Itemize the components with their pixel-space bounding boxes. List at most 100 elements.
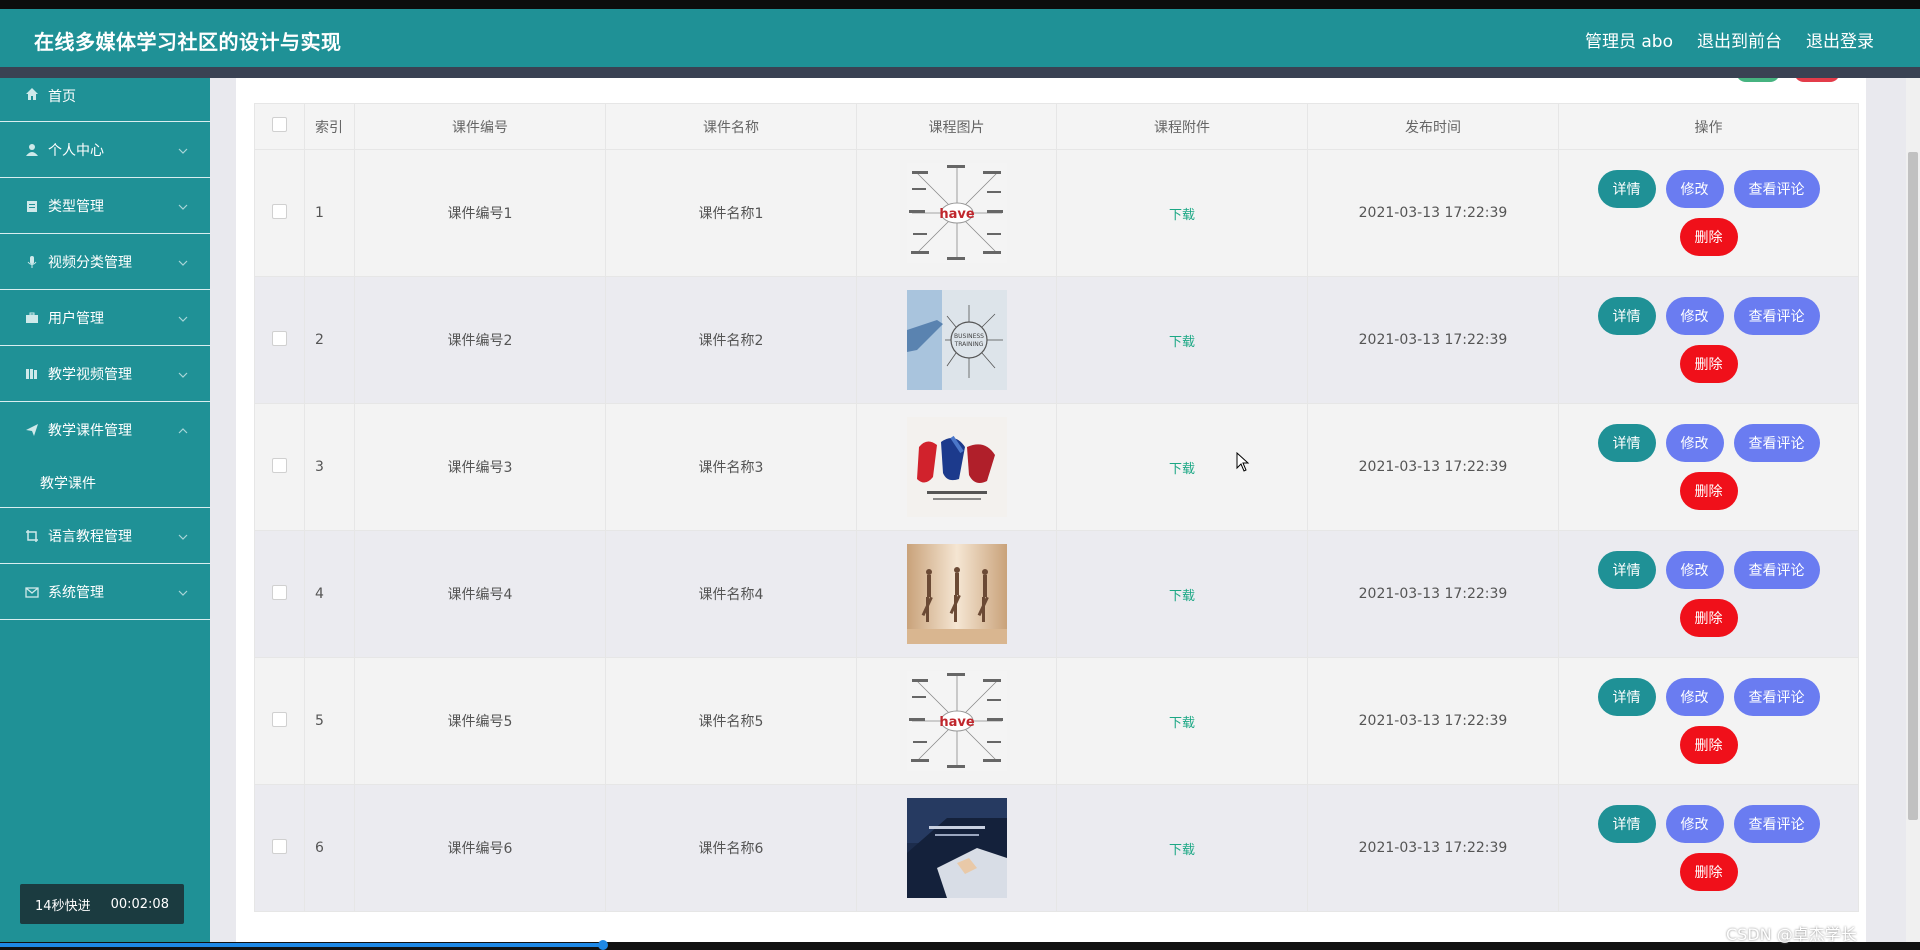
course-image-thumbnail[interactable] bbox=[906, 544, 1007, 644]
table-row: 1 课件编号1 课件名称1 have 下载 2021-03-13 17:22:3… bbox=[254, 149, 1859, 277]
sidebar-item-teaching-video[interactable]: 教学视频管理 bbox=[0, 346, 210, 402]
table-row: 6 课件编号6 课件名称6 下载 2021-03-13 17:22:39 详情 … bbox=[254, 784, 1859, 912]
edit-button[interactable]: 修改 bbox=[1665, 424, 1724, 462]
detail-button[interactable]: 详情 bbox=[1597, 424, 1656, 462]
detail-button[interactable]: 详情 bbox=[1597, 297, 1656, 335]
courseware-name: 课件名称4 bbox=[605, 530, 857, 658]
select-all-checkbox[interactable] bbox=[272, 117, 287, 132]
sidebar-item-language-tutorial[interactable]: 语言教程管理 bbox=[0, 508, 210, 564]
video-fast-forward-timer[interactable]: 14秒快进 00:02:08 bbox=[20, 884, 184, 924]
clipboard-icon bbox=[24, 198, 40, 214]
column-header-attachment: 课程附件 bbox=[1056, 103, 1308, 150]
edit-button[interactable]: 修改 bbox=[1665, 551, 1724, 589]
courseware-name: 课件名称2 bbox=[605, 276, 857, 404]
sidebar: 首页 个人中心 类型管理 视频分类管理 用户管理 教学视频管理 教学课件管理 教… bbox=[0, 78, 210, 942]
delete-button[interactable]: 删除 bbox=[1679, 218, 1738, 256]
course-image-cell bbox=[856, 403, 1057, 531]
row-checkbox[interactable] bbox=[272, 711, 287, 727]
download-link[interactable]: 下载 bbox=[1169, 208, 1195, 223]
delete-button[interactable]: 删除 bbox=[1679, 345, 1738, 383]
view-comments-button[interactable]: 查看评论 bbox=[1733, 805, 1820, 843]
video-progress-knob[interactable] bbox=[598, 940, 608, 950]
column-header-actions: 操作 bbox=[1558, 103, 1859, 150]
publish-time: 2021-03-13 17:22:39 bbox=[1307, 657, 1559, 785]
row-index: 2 bbox=[304, 276, 355, 404]
chevron-down-icon bbox=[178, 254, 188, 270]
courseware-code: 课件编号6 bbox=[354, 784, 606, 912]
courseware-code: 课件编号5 bbox=[354, 657, 606, 785]
courseware-name: 课件名称6 bbox=[605, 784, 857, 912]
home-icon bbox=[24, 86, 40, 102]
svg-text:have: have bbox=[939, 715, 975, 730]
scrollbar-thumb[interactable] bbox=[1908, 152, 1918, 820]
edit-button[interactable]: 修改 bbox=[1665, 170, 1724, 208]
view-comments-button[interactable]: 查看评论 bbox=[1733, 170, 1820, 208]
crop-icon bbox=[24, 528, 40, 544]
course-image-thumbnail[interactable] bbox=[906, 798, 1007, 898]
sidebar-item-courseware-management[interactable]: 教学课件管理 bbox=[0, 402, 210, 458]
page-scrollbar[interactable] bbox=[1906, 78, 1920, 942]
partial-top-button-red[interactable] bbox=[1794, 78, 1840, 82]
sidebar-item-personal-center[interactable]: 个人中心 bbox=[0, 122, 210, 178]
view-comments-button[interactable]: 查看评论 bbox=[1733, 678, 1820, 716]
actions-cell: 详情 修改 查看评论 删除 bbox=[1558, 784, 1859, 912]
delete-button[interactable]: 删除 bbox=[1679, 472, 1738, 510]
delete-button[interactable]: 删除 bbox=[1679, 726, 1738, 764]
sidebar-item-video-category[interactable]: 视频分类管理 bbox=[0, 234, 210, 290]
sidebar-item-system-management[interactable]: 系统管理 bbox=[0, 564, 210, 620]
logout-link[interactable]: 退出登录 bbox=[1806, 27, 1874, 52]
view-comments-button[interactable]: 查看评论 bbox=[1733, 297, 1820, 335]
detail-button[interactable]: 详情 bbox=[1597, 170, 1656, 208]
partial-top-button-green[interactable] bbox=[1736, 78, 1780, 82]
row-checkbox[interactable] bbox=[272, 457, 287, 473]
course-image-thumbnail[interactable]: BUSINESS TRAINING bbox=[906, 290, 1007, 390]
course-image-thumbnail[interactable]: have bbox=[906, 163, 1007, 263]
edit-button[interactable]: 修改 bbox=[1665, 678, 1724, 716]
download-link[interactable]: 下载 bbox=[1169, 589, 1195, 604]
edit-button[interactable]: 修改 bbox=[1665, 297, 1724, 335]
download-link[interactable]: 下载 bbox=[1169, 335, 1195, 350]
chevron-down-icon bbox=[178, 366, 188, 382]
course-image-thumbnail[interactable]: have bbox=[906, 671, 1007, 771]
watermark: CSDN @卓杰学长 bbox=[1726, 925, 1857, 944]
fast-forward-label: 14秒快进 bbox=[35, 898, 91, 914]
header-divider-bar bbox=[0, 67, 1920, 78]
chevron-up-icon bbox=[178, 422, 188, 438]
table-panel: 索引 课件编号 课件名称 课程图片 课程附件 发布时间 操作 1 课件编号1 课… bbox=[236, 78, 1866, 942]
column-header-name: 课件名称 bbox=[605, 103, 857, 150]
courseware-name: 课件名称3 bbox=[605, 403, 857, 531]
download-link[interactable]: 下载 bbox=[1169, 843, 1195, 858]
row-index: 5 bbox=[304, 657, 355, 785]
row-checkbox[interactable] bbox=[272, 584, 287, 600]
row-checkbox[interactable] bbox=[272, 838, 287, 854]
window-top-strip bbox=[0, 0, 1920, 9]
detail-button[interactable]: 详情 bbox=[1597, 805, 1656, 843]
sidebar-subitem-courseware[interactable]: 教学课件 bbox=[0, 458, 210, 508]
row-checkbox[interactable] bbox=[272, 203, 287, 219]
sidebar-item-type-management[interactable]: 类型管理 bbox=[0, 178, 210, 234]
sidebar-item-user-management[interactable]: 用户管理 bbox=[0, 290, 210, 346]
delete-button[interactable]: 删除 bbox=[1679, 853, 1738, 891]
mail-icon bbox=[24, 584, 40, 600]
course-image-thumbnail[interactable] bbox=[906, 417, 1007, 517]
back-to-front-link[interactable]: 退出到前台 bbox=[1697, 27, 1782, 52]
actions-cell: 详情 修改 查看评论 删除 bbox=[1558, 149, 1859, 277]
attachment-cell: 下载 bbox=[1056, 657, 1308, 785]
view-comments-button[interactable]: 查看评论 bbox=[1733, 424, 1820, 462]
main-content: 索引 课件编号 课件名称 课程图片 课程附件 发布时间 操作 1 课件编号1 课… bbox=[210, 78, 1900, 942]
download-link[interactable]: 下载 bbox=[1169, 716, 1195, 731]
view-comments-button[interactable]: 查看评论 bbox=[1733, 551, 1820, 589]
row-checkbox[interactable] bbox=[272, 330, 287, 346]
download-link[interactable]: 下载 bbox=[1169, 462, 1195, 477]
detail-button[interactable]: 详情 bbox=[1597, 551, 1656, 589]
detail-button[interactable]: 详情 bbox=[1597, 678, 1656, 716]
delete-button[interactable]: 删除 bbox=[1679, 599, 1738, 637]
playback-time: 00:02:08 bbox=[110, 896, 169, 912]
courseware-name: 课件名称5 bbox=[605, 657, 857, 785]
select-all-cell bbox=[254, 103, 305, 150]
courseware-code: 课件编号3 bbox=[354, 403, 606, 531]
sidebar-item-home[interactable]: 首页 bbox=[0, 78, 210, 122]
publish-time: 2021-03-13 17:22:39 bbox=[1307, 403, 1559, 531]
edit-button[interactable]: 修改 bbox=[1665, 805, 1724, 843]
course-image-cell: have bbox=[856, 657, 1057, 785]
